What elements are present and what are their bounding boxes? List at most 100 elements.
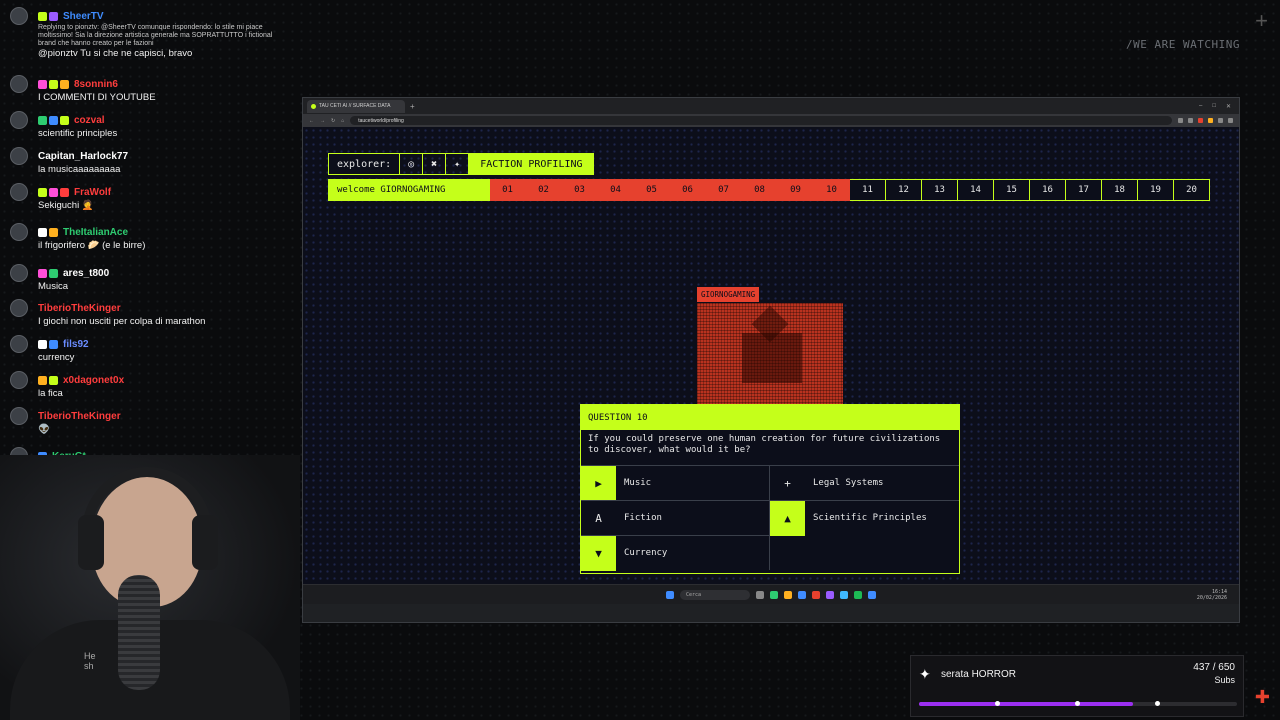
avatar bbox=[10, 299, 28, 317]
chat-message: ares_t800 Musica bbox=[10, 264, 290, 293]
chat-badges bbox=[38, 79, 69, 89]
triangle-down-icon: ▼ bbox=[581, 535, 616, 571]
sub-goal-fill bbox=[919, 702, 1133, 706]
badge-icon bbox=[60, 79, 69, 89]
chat-username[interactable]: ares_t800 bbox=[63, 268, 109, 279]
target-icon[interactable]: ✦ bbox=[446, 153, 470, 175]
browser-tab[interactable]: TAU CETI AI // SURFACE DATA bbox=[307, 99, 405, 113]
new-tab-icon[interactable]: + bbox=[410, 102, 415, 111]
back-icon[interactable]: ← bbox=[309, 118, 314, 124]
step-12: 12 bbox=[886, 179, 922, 201]
chat-username[interactable]: TiberioTheKinger bbox=[38, 303, 121, 314]
taskview-icon[interactable] bbox=[756, 590, 764, 599]
home-icon[interactable]: ⌂ bbox=[341, 118, 344, 124]
menu-icon[interactable] bbox=[1228, 118, 1233, 123]
question-progress: welcome GIORNOGAMING 01 02 03 04 05 06 07 08 09 1… bbox=[328, 179, 1210, 201]
tools-icon[interactable]: ✖ bbox=[423, 153, 447, 175]
chat-username[interactable]: 8sonnin6 bbox=[74, 79, 118, 90]
headset-ear-right bbox=[192, 515, 218, 570]
extension-icon[interactable] bbox=[1198, 118, 1203, 123]
chat-message-text: scientific principles bbox=[38, 128, 118, 139]
forward-icon[interactable]: → bbox=[320, 118, 325, 124]
badge-icon bbox=[38, 339, 47, 349]
maximize-icon[interactable]: □ bbox=[1212, 103, 1216, 110]
badge-icon bbox=[49, 11, 58, 21]
clock-date: 20/02/2026 bbox=[1196, 595, 1227, 601]
step-01: 01 bbox=[490, 179, 526, 201]
chat-badges bbox=[38, 339, 58, 349]
app-icon[interactable] bbox=[826, 590, 834, 599]
answer-option[interactable]: A Fiction bbox=[581, 500, 770, 536]
answer-option[interactable]: ▼ Currency bbox=[581, 535, 770, 571]
reload-icon[interactable]: ↻ bbox=[331, 118, 335, 124]
profile-icon[interactable] bbox=[1218, 118, 1223, 123]
chat-username[interactable]: fils92 bbox=[63, 339, 89, 350]
tab-favicon-icon bbox=[311, 103, 316, 109]
chat-username[interactable]: TiberioTheKinger bbox=[38, 411, 121, 422]
close-icon[interactable]: ✕ bbox=[1226, 103, 1231, 110]
folder-icon[interactable] bbox=[784, 590, 792, 599]
step-04: 04 bbox=[598, 179, 634, 201]
badge-icon bbox=[38, 187, 47, 197]
answer-label: Legal Systems bbox=[813, 478, 884, 488]
step-19: 19 bbox=[1138, 179, 1174, 201]
badge-icon bbox=[49, 375, 58, 385]
plus-icon: + bbox=[770, 465, 805, 501]
chat-message-text: il frigorifero 🥟 (e le birre) bbox=[38, 240, 146, 251]
app-icon[interactable] bbox=[840, 590, 848, 599]
answer-option[interactable]: ▶ Music bbox=[581, 465, 770, 501]
taskbar-clock: 16:14 20/02/2026 bbox=[1197, 589, 1227, 601]
badge-icon bbox=[38, 79, 47, 89]
zoom-icon[interactable] bbox=[1178, 118, 1183, 123]
app-icon[interactable] bbox=[868, 590, 876, 599]
badge-icon bbox=[38, 227, 47, 237]
step-06: 06 bbox=[670, 179, 706, 201]
milestone-marker bbox=[1155, 700, 1160, 706]
globe-icon[interactable]: ◎ bbox=[400, 153, 424, 175]
minimize-icon[interactable]: – bbox=[1199, 103, 1202, 110]
sub-goal-widget: ✦ serata HORROR 437 / 650 Subs bbox=[910, 655, 1244, 717]
step-18: 18 bbox=[1102, 179, 1138, 201]
quiz-card: QUESTION 10 If you could preserve one hu… bbox=[580, 404, 960, 574]
avatar bbox=[10, 7, 28, 25]
badge-icon bbox=[38, 375, 47, 385]
taskbar-search[interactable]: Cerca bbox=[680, 589, 750, 600]
badge-icon bbox=[49, 339, 58, 349]
chrome-icon[interactable] bbox=[770, 590, 778, 599]
avatar bbox=[10, 75, 28, 93]
overlay-watermark: /WE ARE WATCHING bbox=[1126, 38, 1240, 51]
step-20: 20 bbox=[1174, 179, 1210, 201]
address-bar[interactable]: taucetiworld/profiling bbox=[350, 116, 1172, 125]
extension-icon[interactable] bbox=[1208, 118, 1213, 123]
star-icon: ✦ bbox=[919, 666, 931, 682]
avatar bbox=[10, 111, 28, 129]
chat-message: TheItalianAce il frigorifero 🥟 (e le bir… bbox=[10, 223, 290, 252]
sub-goal-unit: Subs bbox=[1214, 675, 1235, 685]
chat-message-text: Sekiguchi 🤦 bbox=[38, 200, 94, 211]
bookmark-icon[interactable] bbox=[1188, 118, 1193, 123]
answer-option[interactable]: + Legal Systems bbox=[770, 465, 959, 501]
tab-title: TAU CETI AI // SURFACE DATA bbox=[319, 103, 391, 109]
microphone bbox=[118, 575, 160, 690]
chat-message: 8sonnin6 I COMMENTI DI YOUTUBE bbox=[10, 75, 290, 104]
badge-icon bbox=[60, 187, 69, 197]
chat-username[interactable]: cozval bbox=[74, 115, 105, 126]
chat-username[interactable]: Capitan_Harlock77 bbox=[38, 151, 128, 162]
chat-username[interactable]: TheItalianAce bbox=[63, 227, 128, 238]
app-icon[interactable] bbox=[798, 590, 806, 599]
chat-username[interactable]: SheerTV bbox=[63, 11, 104, 22]
profile-name-tag: GIORNOGAMING bbox=[697, 287, 760, 302]
chat-message: fils92 currency bbox=[10, 335, 290, 364]
chat-username[interactable]: FraWolf bbox=[74, 187, 111, 198]
chat-username[interactable]: x0dagonet0x bbox=[63, 375, 124, 386]
windows-start-icon[interactable] bbox=[666, 590, 674, 599]
welcome-label: welcome GIORNOGAMING bbox=[328, 179, 490, 201]
chat-message-text: la musicaaaaaaaaa bbox=[38, 164, 121, 175]
answer-option[interactable]: ▲ Scientific Principles bbox=[770, 500, 959, 536]
chat-badges bbox=[38, 11, 58, 21]
chat-reply-context: Replying to pionztv: @SheerTV comunque r… bbox=[38, 24, 273, 47]
spotify-icon[interactable] bbox=[854, 590, 862, 599]
answer-label: Fiction bbox=[624, 513, 662, 523]
app-icon[interactable] bbox=[812, 590, 820, 599]
faction-profiling-tab[interactable]: FACTION PROFILING bbox=[469, 153, 594, 175]
